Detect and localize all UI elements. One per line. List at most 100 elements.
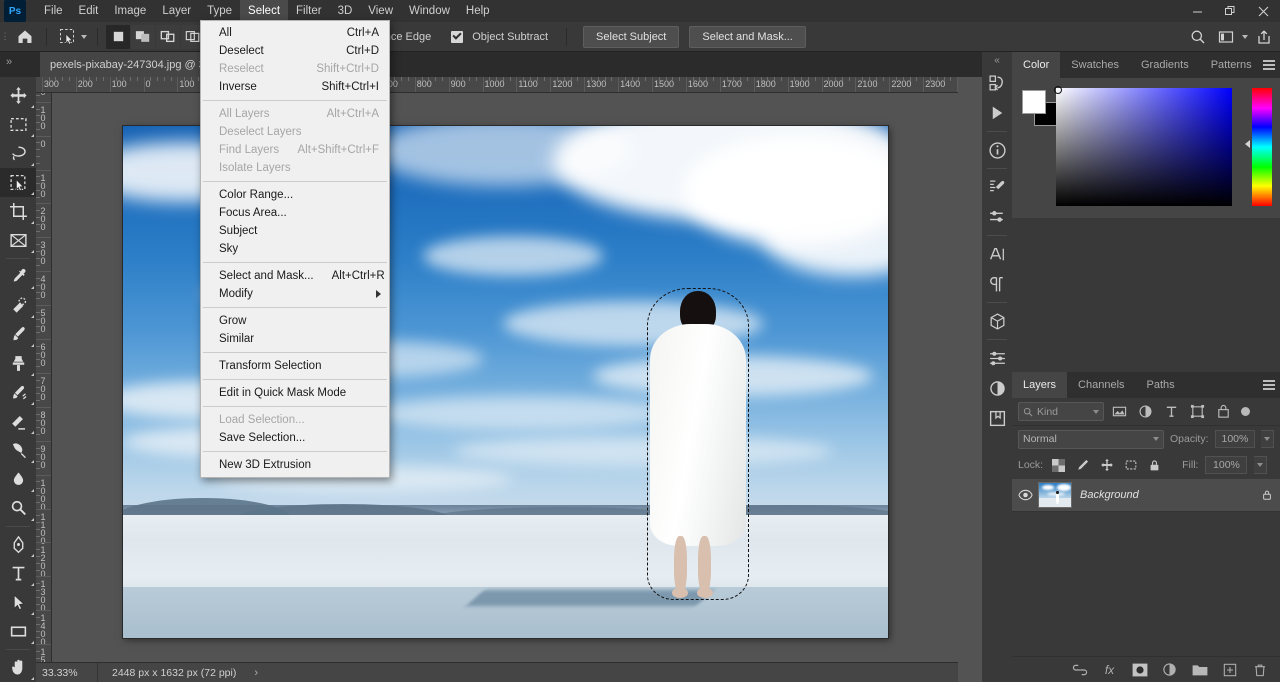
lock-transparent-pixels-icon[interactable] — [1050, 457, 1067, 474]
menu-item-focus-area[interactable]: Focus Area... — [201, 204, 389, 222]
table-row[interactable]: Background — [1012, 478, 1280, 512]
tab-swatches[interactable]: Swatches — [1060, 52, 1130, 78]
tab-patterns[interactable]: Patterns — [1200, 52, 1263, 78]
history-icon[interactable] — [982, 68, 1012, 98]
color-picker-field[interactable] — [1054, 86, 1232, 206]
menu-item-subject[interactable]: Subject — [201, 222, 389, 240]
document-tab[interactable]: pexels-pixabay-247304.jpg @ 3 — [40, 52, 216, 77]
tab-layers[interactable]: Layers — [1012, 372, 1068, 398]
dodge-tool[interactable] — [0, 494, 36, 523]
menu-item-edit-in-quick-mask-mode[interactable]: Edit in Quick Mask Mode — [201, 384, 389, 402]
object-selection-tool[interactable] — [0, 168, 36, 197]
hand-tool[interactable] — [0, 653, 36, 682]
lock-artboard-icon[interactable] — [1122, 457, 1139, 474]
share-icon[interactable] — [1252, 25, 1276, 49]
menu-filter[interactable]: Filter — [288, 0, 330, 22]
color-panel-menu-button[interactable] — [1263, 52, 1275, 78]
menu-item-new-3d-extrusion[interactable]: New 3D Extrusion — [201, 456, 389, 474]
chevron-down-icon[interactable] — [1242, 35, 1248, 39]
brush-tool[interactable] — [0, 320, 36, 349]
menu-item-modify[interactable]: Modify — [201, 285, 389, 303]
double-chevron-left-icon[interactable]: « — [982, 52, 1012, 68]
paragraph-icon[interactable] — [982, 269, 1012, 299]
color-picker-marker[interactable] — [1054, 86, 1062, 94]
adjustments-icon[interactable] — [982, 343, 1012, 373]
select-subject-button[interactable]: Select Subject — [583, 25, 680, 48]
layer-mask-icon[interactable] — [1131, 661, 1148, 678]
layer-list[interactable]: Background — [1012, 478, 1280, 656]
zoom-level-field[interactable]: 33.33% — [36, 662, 98, 682]
menu-item-save-selection[interactable]: Save Selection... — [201, 429, 389, 447]
menu-help[interactable]: Help — [458, 0, 498, 22]
layer-name[interactable]: Background — [1080, 489, 1254, 501]
tool-presets-icon[interactable] — [982, 202, 1012, 232]
fill-stepper[interactable] — [1254, 456, 1268, 474]
fill-value[interactable]: 100% — [1205, 456, 1248, 474]
actions-play-icon[interactable] — [982, 98, 1012, 128]
foreground-color-swatch[interactable] — [1022, 90, 1046, 114]
opacity-stepper[interactable] — [1261, 430, 1274, 448]
brush-settings-icon[interactable] — [982, 172, 1012, 202]
adjustment-layer-icon[interactable] — [1161, 661, 1178, 678]
rectangle-tool[interactable] — [0, 617, 36, 646]
tab-paths[interactable]: Paths — [1136, 372, 1186, 398]
blur-tool[interactable] — [0, 465, 36, 494]
lock-all-icon[interactable] — [1146, 457, 1163, 474]
status-expand-icon[interactable]: › — [254, 667, 258, 679]
clone-stamp-tool[interactable] — [0, 349, 36, 378]
pen-tool[interactable] — [0, 530, 36, 559]
blend-mode-select[interactable]: Normal — [1018, 429, 1164, 449]
3d-icon[interactable] — [982, 306, 1012, 336]
menu-item-all[interactable]: All Ctrl+A — [201, 24, 389, 42]
vertical-ruler[interactable]: 2001000100200300400500600700800900100011… — [36, 93, 52, 662]
menu-item-similar[interactable]: Similar — [201, 330, 389, 348]
tab-color[interactable]: Color — [1012, 52, 1061, 78]
panel-expand-icon[interactable]: » — [6, 56, 12, 68]
layer-style-fx-icon[interactable]: fx — [1101, 661, 1118, 678]
object-subtract-checkbox[interactable] — [451, 30, 464, 43]
close-button[interactable] — [1247, 0, 1280, 22]
move-tool[interactable] — [0, 81, 36, 110]
character-icon[interactable] — [982, 239, 1012, 269]
spot-healing-brush-tool[interactable] — [0, 291, 36, 320]
options-bar-grip[interactable]: ⋮ — [0, 22, 10, 52]
menu-item-deselect[interactable]: Deselect Ctrl+D — [201, 42, 389, 60]
menu-select[interactable]: Select — [240, 0, 289, 22]
gradient-tool[interactable] — [0, 436, 36, 465]
menu-type[interactable]: Type — [199, 0, 240, 22]
frame-tool[interactable] — [0, 226, 36, 255]
minimize-button[interactable] — [1181, 0, 1214, 22]
tab-gradients[interactable]: Gradients — [1130, 52, 1200, 78]
canvas-area[interactable] — [52, 93, 958, 662]
subtract-from-selection-button[interactable] — [156, 24, 180, 49]
add-to-selection-button[interactable] — [131, 24, 155, 49]
menu-layer[interactable]: Layer — [154, 0, 199, 22]
home-button[interactable] — [10, 22, 40, 52]
new-layer-icon[interactable] — [1221, 661, 1238, 678]
menu-item-select-and-mask[interactable]: Select and Mask... Alt+Ctrl+R — [201, 267, 389, 285]
path-selection-tool[interactable] — [0, 588, 36, 617]
menu-image[interactable]: Image — [106, 0, 154, 22]
new-selection-button[interactable] — [106, 24, 130, 49]
workspace-icon[interactable] — [1214, 25, 1238, 49]
layer-filter-kind-select[interactable]: Kind — [1018, 402, 1104, 421]
new-group-icon[interactable] — [1191, 661, 1208, 678]
hue-slider[interactable] — [1252, 88, 1272, 206]
link-layers-icon[interactable] — [1071, 661, 1088, 678]
filter-type-icon[interactable] — [1161, 402, 1182, 422]
opacity-value[interactable]: 100% — [1214, 430, 1256, 448]
history-brush-tool[interactable] — [0, 378, 36, 407]
filter-shape-icon[interactable] — [1187, 402, 1208, 422]
menu-item-transform-selection[interactable]: Transform Selection — [201, 357, 389, 375]
lock-position-icon[interactable] — [1098, 457, 1115, 474]
layers-panel-menu-button[interactable] — [1263, 372, 1275, 398]
menu-3d[interactable]: 3D — [330, 0, 361, 22]
object-subtract-control[interactable]: Object Subtract — [451, 30, 552, 43]
tab-channels[interactable]: Channels — [1067, 372, 1135, 398]
filter-toggle-switch[interactable] — [1241, 407, 1250, 416]
search-icon[interactable] — [1186, 25, 1210, 49]
filter-smart-object-icon[interactable] — [1213, 402, 1234, 422]
select-and-mask-button[interactable]: Select and Mask... — [689, 25, 806, 48]
menu-item-grow[interactable]: Grow — [201, 312, 389, 330]
color-swatches[interactable] — [1020, 90, 1060, 130]
